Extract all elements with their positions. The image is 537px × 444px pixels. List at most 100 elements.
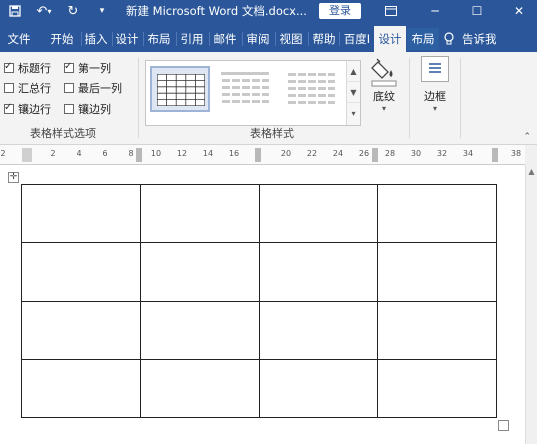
shading-dropdown-icon[interactable]: ▾ — [366, 104, 402, 113]
tab-file[interactable]: 文件 — [4, 28, 34, 50]
column-marker[interactable] — [492, 148, 498, 162]
group-label-style-options: 表格样式选项 — [30, 127, 96, 140]
tell-me[interactable]: 告诉我 — [444, 28, 497, 50]
checkbox-label: 最后一列 — [78, 82, 122, 95]
gallery-up-icon[interactable]: ▲ — [347, 61, 360, 82]
table-cell[interactable] — [139, 183, 260, 244]
checkbox-box[interactable] — [4, 61, 14, 73]
tab-view[interactable]: 视图 — [277, 28, 305, 50]
tab-mailings[interactable]: 邮件 — [211, 28, 239, 50]
checkbox-last-column[interactable]: 最后一列 — [64, 80, 122, 96]
checkbox-box[interactable] — [64, 104, 74, 114]
table-style-thumbnail[interactable] — [150, 66, 210, 112]
ribbon-display-icon[interactable] — [376, 0, 406, 22]
gallery-down-icon[interactable]: ▼ — [347, 82, 360, 103]
column-marker[interactable] — [255, 148, 261, 162]
ruler-tick: 34 — [462, 149, 474, 158]
undo-icon[interactable]: ↶ ▾ — [33, 2, 55, 20]
ruler-tick: 6 — [102, 149, 108, 158]
checkbox-banded-rows[interactable]: 镶边行 — [4, 101, 51, 117]
tab-review[interactable]: 审阅 — [244, 28, 272, 50]
table-cell[interactable] — [377, 183, 497, 244]
tab-table-layout[interactable]: 布局 — [407, 28, 439, 50]
vertical-scrollbar[interactable]: ▲ — [525, 165, 537, 444]
table-cell[interactable] — [21, 242, 141, 302]
tab-references[interactable]: 引用 — [178, 28, 206, 50]
ruler-tick: 4 — [76, 149, 82, 158]
login-button[interactable]: 登录 — [319, 3, 361, 19]
table-resize-handle-icon[interactable] — [498, 420, 509, 431]
table-cell[interactable] — [377, 242, 497, 302]
collapse-ribbon-icon[interactable]: ⌃ — [523, 132, 531, 142]
document-title: 新建 Microsoft Word 文档.docx... — [126, 4, 307, 18]
checkbox-box[interactable] — [4, 102, 14, 114]
shading-button[interactable]: 底纹 ▾ — [366, 56, 402, 113]
ruler-tick: 38 — [510, 149, 522, 158]
maximize-button[interactable]: ☐ — [462, 0, 492, 22]
table-cell[interactable] — [139, 358, 260, 419]
table-styles-gallery[interactable]: ▲ ▼ ▾ — [145, 60, 361, 126]
table-cell[interactable] — [21, 300, 141, 360]
close-button[interactable]: ✕ — [504, 0, 534, 22]
ruler-tick: 24 — [332, 149, 344, 158]
table-cell[interactable] — [377, 300, 497, 360]
borders-label: 边框 — [424, 90, 446, 103]
tab-help[interactable]: 帮助 — [310, 28, 338, 50]
customize-qat-icon[interactable]: ▾ — [94, 2, 110, 20]
ruler-tick: 26 — [358, 149, 370, 158]
checkbox-first-column[interactable]: 第一列 — [64, 60, 111, 76]
lightbulb-icon — [444, 32, 454, 45]
checkbox-header-row[interactable]: 标题行 — [4, 60, 51, 76]
tab-baidu[interactable]: 百度I — [341, 28, 373, 50]
table-row — [21, 183, 497, 244]
borders-button[interactable]: 边框 ▾ — [418, 56, 452, 113]
table-cell[interactable] — [139, 242, 260, 302]
table-row — [21, 242, 497, 302]
ruler-tick: 14 — [202, 149, 214, 158]
column-marker[interactable] — [372, 148, 378, 162]
tab-insert[interactable]: 插入 — [82, 28, 110, 50]
ruler-tick: 2 — [50, 149, 56, 158]
horizontal-ruler[interactable]: 2 2 4 6 8 10 12 14 16 20 22 24 26 28 30 … — [0, 145, 525, 165]
table-cell[interactable] — [258, 183, 379, 244]
ruler-tick: 12 — [176, 149, 188, 158]
checkbox-label: 汇总行 — [18, 82, 51, 95]
tab-home[interactable]: 开始 — [48, 28, 76, 50]
ruler-tick: 22 — [306, 149, 318, 158]
table-style-thumbnail[interactable] — [282, 66, 342, 112]
table-move-handle-icon[interactable]: ✛ — [8, 172, 19, 183]
table-style-thumbnail[interactable] — [216, 66, 276, 112]
redo-icon[interactable]: ↻ — [64, 2, 82, 20]
table-cell[interactable] — [258, 358, 379, 419]
checkbox-box[interactable] — [4, 83, 14, 93]
column-marker[interactable] — [136, 148, 142, 162]
document-table[interactable] — [21, 183, 497, 419]
save-icon[interactable] — [6, 2, 24, 20]
checkbox-box[interactable] — [64, 61, 74, 73]
table-cell[interactable] — [21, 183, 141, 244]
table-cell[interactable] — [139, 300, 260, 360]
checkbox-banded-columns[interactable]: 镶边列 — [64, 101, 111, 117]
table-row — [21, 358, 497, 419]
borders-icon — [421, 56, 449, 82]
table-cell[interactable] — [258, 300, 379, 360]
minimize-button[interactable]: ─ — [420, 0, 450, 22]
borders-dropdown-icon[interactable]: ▾ — [418, 104, 452, 113]
checkbox-label: 第一列 — [78, 62, 111, 75]
ruler-tick: 10 — [150, 149, 162, 158]
checkbox-total-row[interactable]: 汇总行 — [4, 80, 51, 96]
table-cell[interactable] — [21, 358, 141, 419]
checkbox-box[interactable] — [64, 83, 74, 93]
ruler-tick: 28 — [384, 149, 396, 158]
gallery-scroll[interactable]: ▲ ▼ ▾ — [346, 61, 360, 125]
gallery-more-icon[interactable]: ▾ — [347, 103, 360, 124]
tab-layout[interactable]: 布局 — [145, 28, 173, 50]
table-cell[interactable] — [258, 242, 379, 302]
indent-marker-icon[interactable] — [22, 148, 32, 162]
table-cell[interactable] — [377, 358, 497, 419]
tab-design[interactable]: 设计 — [113, 28, 141, 50]
scroll-up-icon[interactable]: ▲ — [526, 167, 537, 176]
ruler-tick: 2 — [0, 149, 6, 158]
tab-table-design[interactable]: 设计 — [374, 26, 406, 52]
paint-bucket-icon — [370, 56, 398, 88]
